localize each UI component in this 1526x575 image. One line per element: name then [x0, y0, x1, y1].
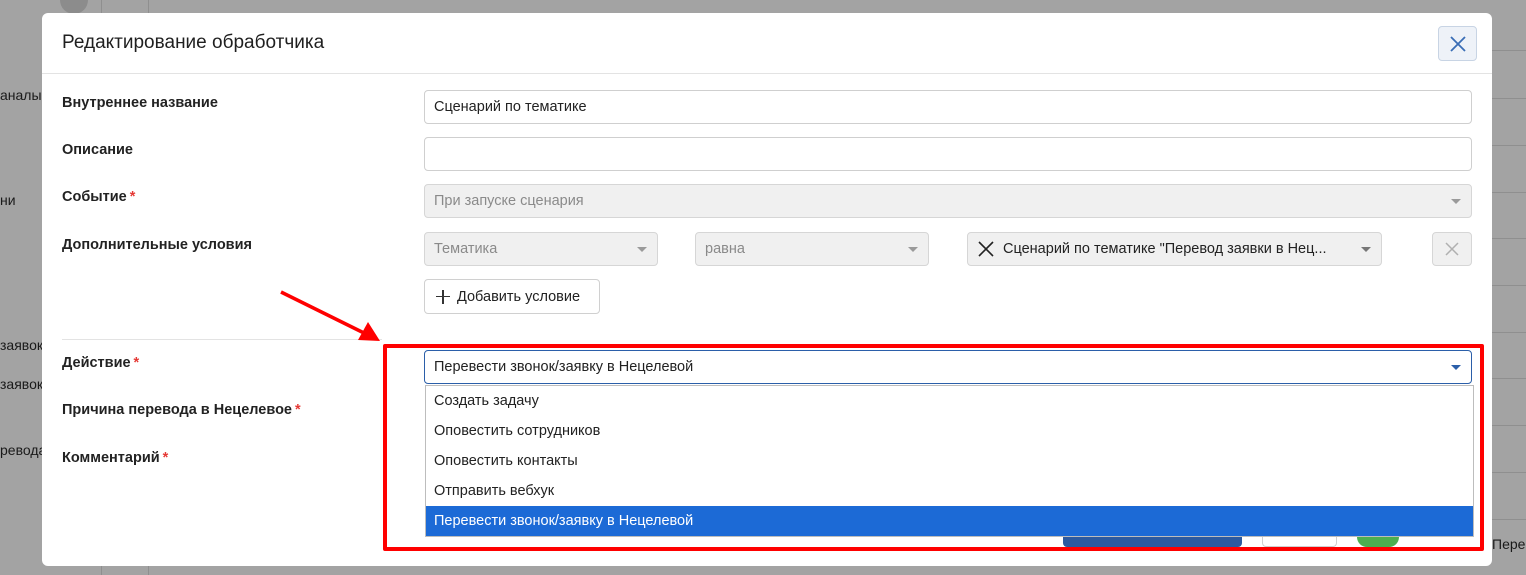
annotation-arrow-icon [280, 290, 380, 341]
